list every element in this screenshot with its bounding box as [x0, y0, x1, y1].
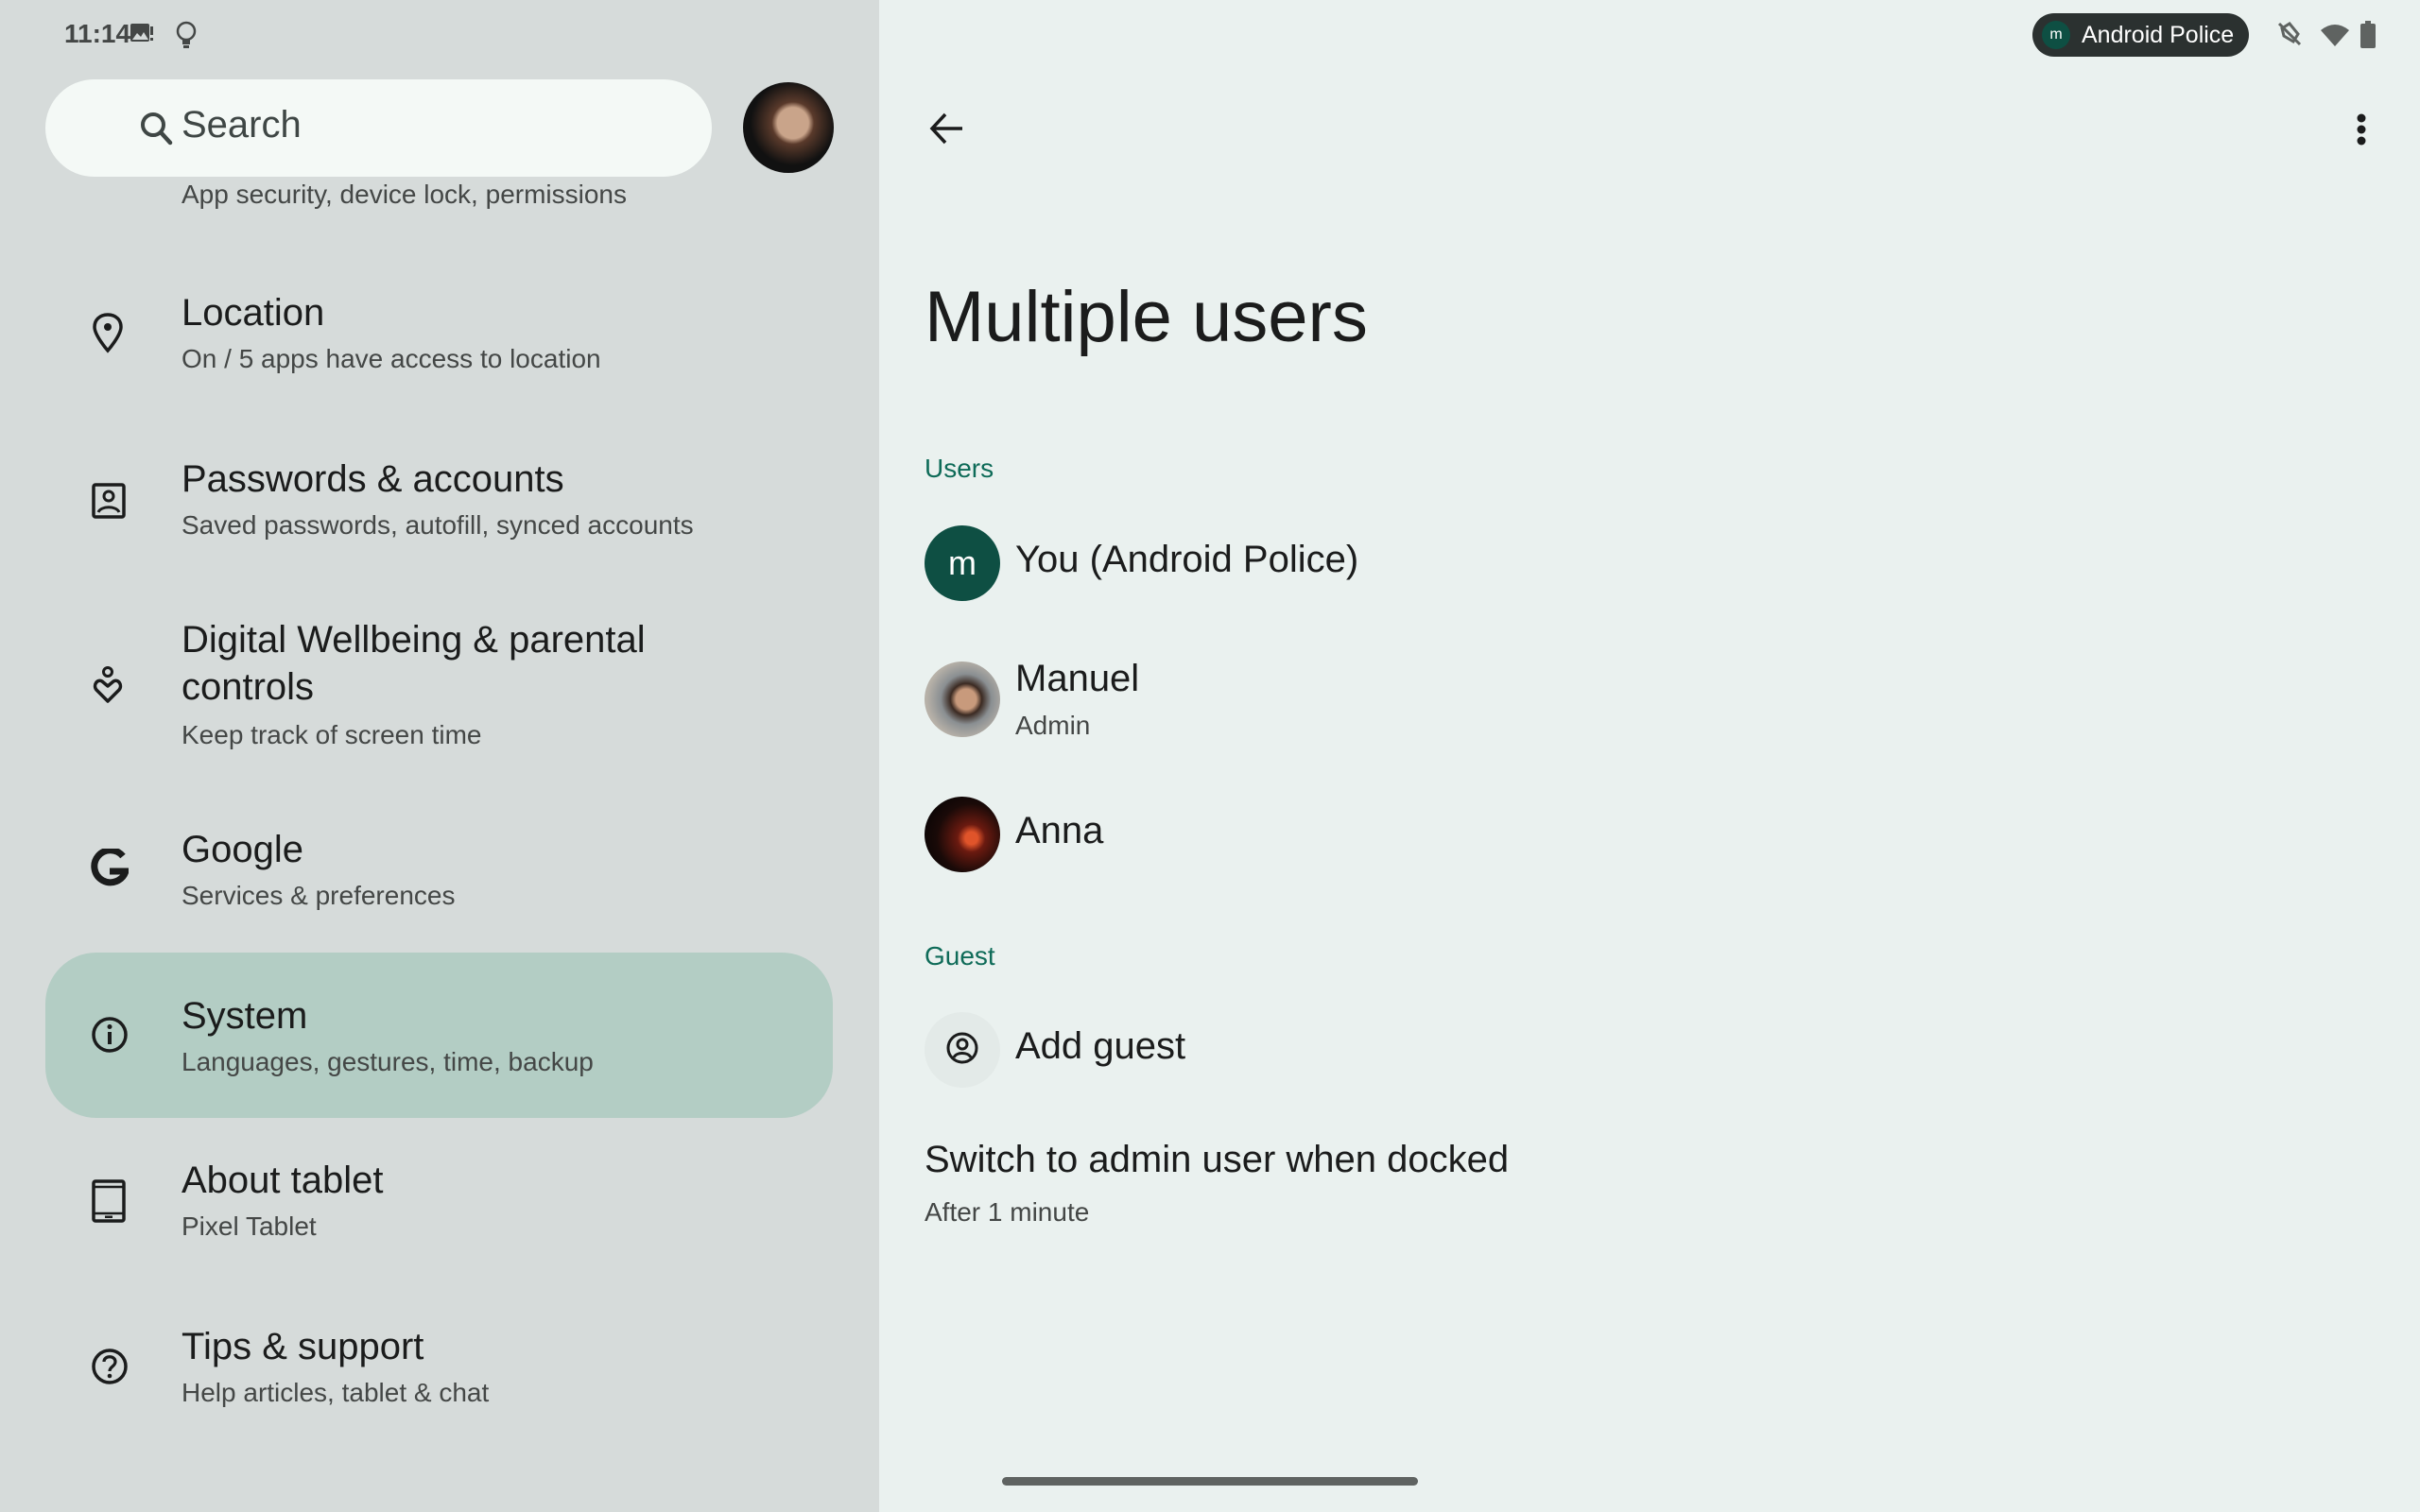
status-clock: 11:14 [64, 19, 131, 48]
image-alert-icon [130, 21, 154, 50]
user-chip-avatar: m [2042, 21, 2070, 49]
battery-icon [2360, 21, 2377, 54]
sidebar-item-location[interactable]: Location On / 5 apps have access to loca… [45, 274, 833, 406]
security-item-subtitle[interactable]: App security, device lock, permissions [182, 180, 627, 210]
google-g-icon [91, 847, 130, 893]
user-row-you[interactable]: m You (Android Police) [925, 525, 1586, 601]
item-title: Tips & support [182, 1326, 424, 1367]
sidebar-item-google[interactable]: Google Services & preferences [45, 811, 833, 943]
user-name: You (Android Police) [1015, 539, 1359, 580]
sidebar-item-system[interactable]: System Languages, gestures, time, backup [45, 953, 833, 1118]
guest-icon-bg [925, 1012, 1000, 1088]
item-subtitle: Help articles, tablet & chat [182, 1378, 490, 1407]
user-name: Anna [1015, 810, 1104, 851]
item-subtitle: On / 5 apps have access to location [182, 344, 601, 373]
users-section-header: Users [925, 454, 994, 483]
item-subtitle: Saved passwords, autofill, synced accoun… [182, 510, 694, 540]
sidebar-item-about-tablet[interactable]: About tablet Pixel Tablet [45, 1142, 833, 1274]
back-arrow-icon[interactable] [925, 106, 970, 156]
switch-admin-docked-setting[interactable]: Switch to admin user when docked After 1… [925, 1139, 1775, 1233]
item-title: System [182, 995, 308, 1037]
setting-value: After 1 minute [925, 1197, 1090, 1227]
user-role: Admin [1015, 711, 1091, 740]
item-title: Google [182, 829, 303, 870]
vibrate-off-icon [2276, 21, 2303, 52]
search-bar[interactable]: Search [45, 79, 712, 177]
item-title-line2: controls [182, 666, 315, 708]
more-options-icon[interactable] [2354, 112, 2369, 154]
user-row-manuel[interactable]: Manuel Admin [925, 658, 1586, 740]
location-pin-icon [91, 312, 125, 358]
item-title: Location [182, 292, 325, 334]
avatar [925, 662, 1000, 737]
item-subtitle: Keep track of screen time [182, 720, 482, 749]
user-name: Manuel [1015, 658, 1140, 699]
item-title: Digital Wellbeing & parental [182, 619, 646, 661]
account-box-icon [91, 482, 127, 524]
detail-pane [879, 0, 2420, 1512]
account-avatar[interactable] [743, 82, 834, 173]
item-subtitle: Services & preferences [182, 881, 456, 910]
avatar: m [925, 525, 1000, 601]
guest-section-header: Guest [925, 941, 995, 971]
sidebar-item-passwords-accounts[interactable]: Passwords & accounts Saved passwords, au… [45, 440, 833, 573]
tablet-icon [91, 1179, 127, 1228]
item-subtitle: Pixel Tablet [182, 1211, 317, 1241]
sidebar-item-tips-support[interactable]: Tips & support Help articles, tablet & c… [45, 1308, 833, 1440]
search-icon [138, 110, 176, 152]
item-subtitle: Languages, gestures, time, backup [182, 1047, 594, 1076]
gesture-nav-handle[interactable] [1002, 1477, 1418, 1486]
add-guest-label: Add guest [1015, 1025, 1186, 1067]
wifi-icon [2320, 23, 2350, 52]
page-title: Multiple users [925, 277, 1368, 357]
setting-title: Switch to admin user when docked [925, 1139, 1510, 1180]
wellbeing-icon [91, 665, 125, 710]
user-row-anna[interactable]: Anna [925, 797, 1586, 872]
user-chip-name: Android Police [2082, 21, 2235, 48]
add-guest-button[interactable]: Add guest [925, 1012, 1586, 1088]
help-icon [91, 1348, 129, 1390]
item-title: About tablet [182, 1160, 384, 1201]
info-icon [91, 1016, 129, 1058]
lightbulb-icon [174, 21, 199, 54]
user-chip[interactable]: m Android Police [2032, 13, 2249, 57]
sidebar-item-digital-wellbeing[interactable]: Digital Wellbeing & parental controls Ke… [45, 605, 833, 765]
guest-icon [945, 1031, 979, 1070]
avatar [925, 797, 1000, 872]
item-title: Passwords & accounts [182, 458, 564, 500]
search-placeholder: Search [182, 104, 302, 146]
